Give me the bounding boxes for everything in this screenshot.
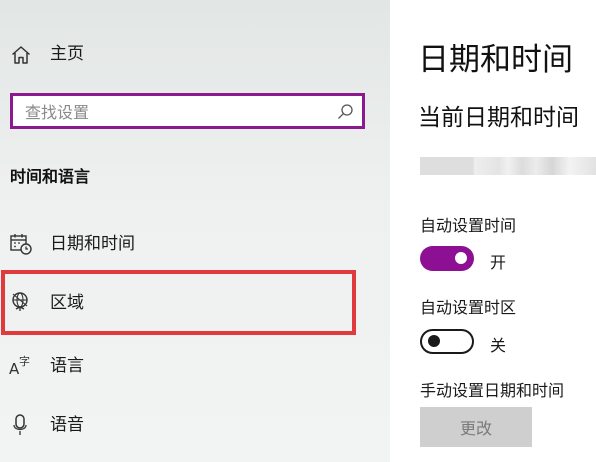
auto-time-state: 开 — [490, 253, 507, 272]
search-input[interactable] — [25, 101, 325, 123]
search-icon[interactable] — [336, 103, 354, 121]
sidebar-item-date-time[interactable]: 日期和时间 — [0, 214, 390, 274]
sidebar-item-language[interactable]: A 字 语言 — [0, 334, 390, 394]
auto-time-toggle[interactable] — [420, 246, 474, 271]
settings-sidebar: 主页 时间和语言 日期和时间 区域 — [0, 0, 390, 462]
page-title: 日期和时间 — [418, 42, 573, 78]
toggle-knob — [455, 252, 467, 264]
home-icon — [12, 46, 30, 64]
calendar-clock-icon — [10, 234, 32, 255]
auto-timezone-label: 自动设置时区 — [420, 298, 517, 317]
current-datetime-value — [420, 157, 596, 175]
manual-datetime-label: 手动设置日期和时间 — [420, 381, 565, 400]
auto-timezone-state: 关 — [490, 336, 507, 355]
section-heading: 时间和语言 — [10, 167, 91, 186]
current-datetime-heading: 当前日期和时间 — [418, 105, 579, 131]
auto-time-label: 自动设置时间 — [420, 216, 517, 235]
region-highlight-box — [1, 270, 356, 335]
sidebar-item-home[interactable]: 主页 — [0, 24, 390, 84]
auto-timezone-toggle[interactable] — [420, 329, 474, 354]
sidebar-item-speech[interactable]: 语音 — [0, 395, 390, 455]
language-icon: A 字 — [9, 354, 30, 377]
main-content: 日期和时间 当前日期和时间 自动设置时间 开 自动设置时区 关 手动设置日期和时… — [390, 0, 596, 462]
toggle-knob — [428, 335, 440, 347]
sidebar-item-label: 日期和时间 — [50, 234, 135, 254]
svg-text:字: 字 — [19, 354, 30, 368]
sidebar-item-label: 主页 — [50, 44, 84, 64]
sidebar-item-label: 语言 — [50, 356, 84, 376]
search-box[interactable] — [10, 93, 365, 129]
change-button[interactable]: 更改 — [420, 407, 532, 447]
microphone-icon — [13, 414, 27, 435]
sidebar-item-label: 语音 — [50, 415, 84, 435]
